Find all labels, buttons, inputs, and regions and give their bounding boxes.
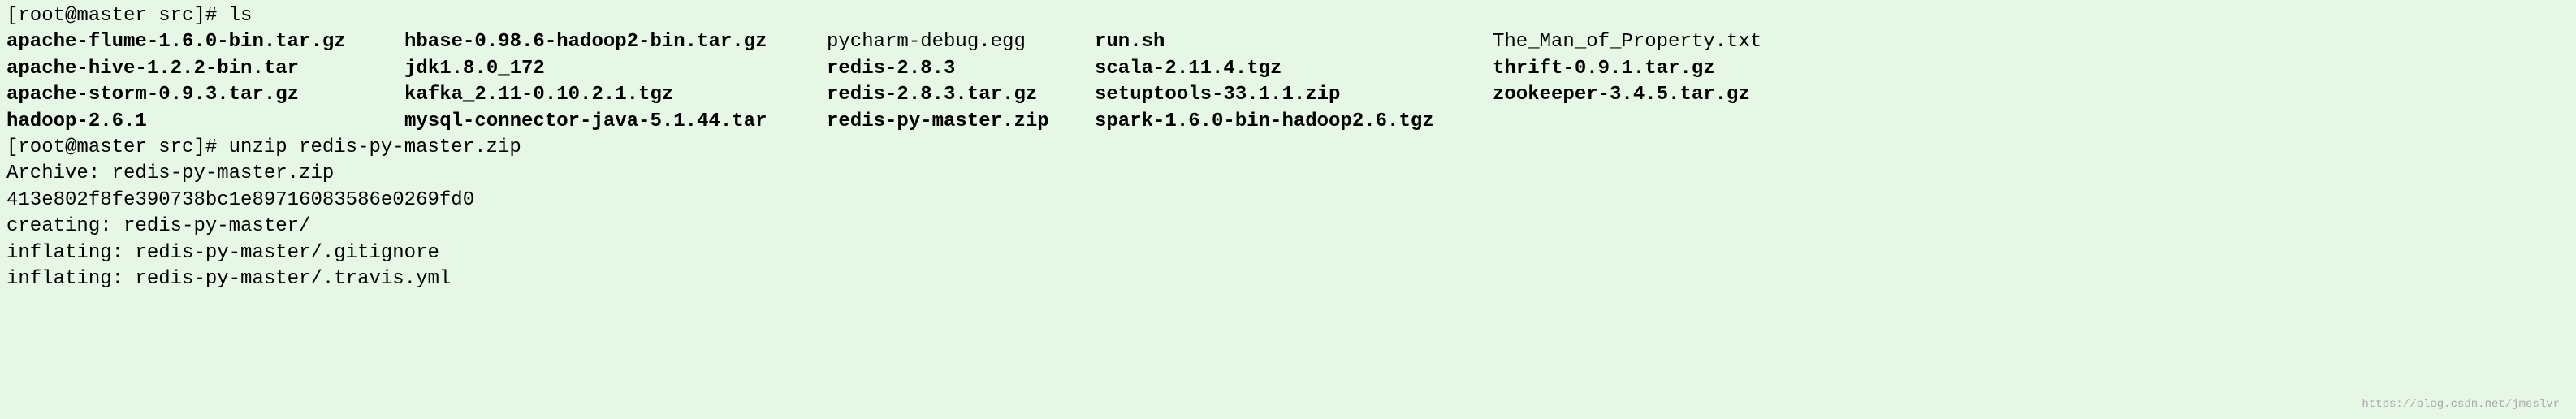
file-entry: scala-2.11.4.tgz: [1095, 56, 1493, 82]
watermark-text: https://blog.csdn.net/jmeslvr: [2362, 397, 2560, 413]
prompt-line-2: [root@master src]# unzip redis-py-master…: [6, 135, 2570, 161]
file-entry: apache-flume-1.6.0-bin.tar.gz: [6, 29, 404, 55]
ls-col-1: apache-flume-1.6.0-bin.tar.gz apache-hiv…: [6, 29, 404, 135]
file-entry: hbase-0.98.6-hadoop2-bin.tar.gz: [404, 29, 827, 55]
ls-col-3: pycharm-debug.egg redis-2.8.3 redis-2.8.…: [827, 29, 1095, 135]
prompt-line-1: [root@master src]# ls: [6, 3, 2570, 29]
unzip-output-line: Archive: redis-py-master.zip: [6, 161, 2570, 187]
file-entry: zookeeper-3.4.5.tar.gz: [1493, 82, 2570, 108]
file-entry: setuptools-33.1.1.zip: [1095, 82, 1493, 108]
file-entry: kafka_2.11-0.10.2.1.tgz: [404, 82, 827, 108]
ls-col-2: hbase-0.98.6-hadoop2-bin.tar.gz jdk1.8.0…: [404, 29, 827, 135]
file-entry: spark-1.6.0-bin-hadoop2.6.tgz: [1095, 109, 1493, 135]
unzip-output-line: inflating: redis-py-master/.travis.yml: [6, 266, 2570, 292]
file-entry: pycharm-debug.egg: [827, 29, 1095, 55]
command-text: ls: [229, 5, 253, 27]
file-entry: mysql-connector-java-5.1.44.tar: [404, 109, 827, 135]
file-entry: redis-py-master.zip: [827, 109, 1095, 135]
file-entry: redis-2.8.3: [827, 56, 1095, 82]
file-entry: run.sh: [1095, 29, 1493, 55]
file-entry: The_Man_of_Property.txt: [1493, 29, 2570, 55]
terminal-output: [root@master src]# ls apache-flume-1.6.0…: [6, 3, 2570, 292]
command-text: unzip redis-py-master.zip: [229, 136, 521, 158]
prompt-prefix: [root@master src]#: [6, 136, 217, 158]
file-entry: apache-hive-1.2.2-bin.tar: [6, 56, 404, 82]
file-entry: thrift-0.9.1.tar.gz: [1493, 56, 2570, 82]
unzip-output-line: inflating: redis-py-master/.gitignore: [6, 240, 2570, 266]
file-entry: jdk1.8.0_172: [404, 56, 827, 82]
ls-col-4: run.sh scala-2.11.4.tgz setuptools-33.1.…: [1095, 29, 1493, 135]
prompt-prefix: [root@master src]#: [6, 5, 217, 27]
file-entry: hadoop-2.6.1: [6, 109, 404, 135]
ls-listing: apache-flume-1.6.0-bin.tar.gz apache-hiv…: [6, 29, 2570, 135]
unzip-output-line: creating: redis-py-master/: [6, 214, 2570, 240]
file-entry: redis-2.8.3.tar.gz: [827, 82, 1095, 108]
ls-col-5: The_Man_of_Property.txt thrift-0.9.1.tar…: [1493, 29, 2570, 135]
unzip-output-line: 413e802f8fe390738bc1e89716083586e0269fd0: [6, 188, 2570, 214]
file-entry: apache-storm-0.9.3.tar.gz: [6, 82, 404, 108]
